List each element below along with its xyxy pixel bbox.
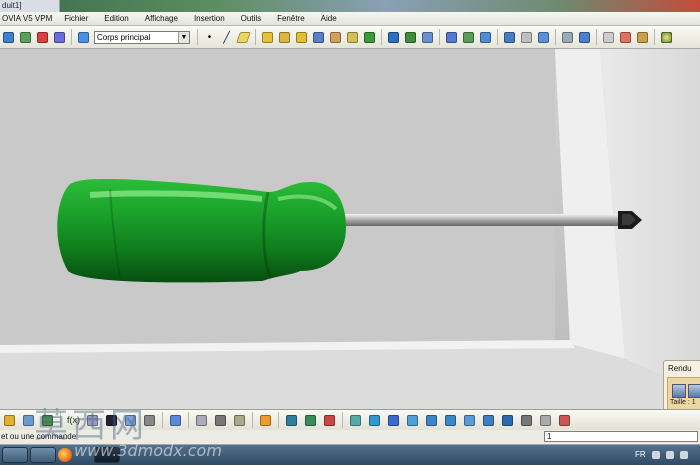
desktop-strip: [0, 0, 700, 12]
screwdriver-shaft: [340, 214, 625, 226]
fillet-icon[interactable]: [362, 30, 377, 45]
normal-view-icon[interactable]: [322, 413, 337, 428]
body-select-icon[interactable]: [76, 30, 91, 45]
zoom-in-icon[interactable]: [367, 413, 382, 428]
scale-icon[interactable]: [502, 30, 517, 45]
pattern-icon[interactable]: [461, 30, 476, 45]
hole-icon[interactable]: [328, 30, 343, 45]
formula-icon[interactable]: [618, 30, 633, 45]
pan-icon[interactable]: [284, 413, 299, 428]
app-name: OVIA V5 VPM: [2, 14, 53, 23]
iso-view-icon[interactable]: [481, 413, 496, 428]
taskbar-button[interactable]: [2, 447, 28, 463]
analysis-icon[interactable]: [577, 30, 592, 45]
union-icon[interactable]: [536, 30, 551, 45]
line-icon[interactable]: ╱: [219, 30, 234, 45]
command-input[interactable]: 1: [544, 431, 698, 442]
tray-icon[interactable]: [652, 451, 660, 459]
separator: [654, 29, 655, 45]
groove-icon[interactable]: [311, 30, 326, 45]
separator: [439, 29, 440, 45]
draft-icon[interactable]: [403, 30, 418, 45]
menu-affichage[interactable]: Affichage: [137, 14, 186, 23]
shaft-icon[interactable]: [294, 30, 309, 45]
point-icon[interactable]: •: [202, 30, 217, 45]
watermark-text: 莫西网: [34, 406, 148, 446]
menu-fenetre[interactable]: Fenêtre: [269, 14, 313, 23]
firefox-icon[interactable]: [58, 448, 72, 462]
tray-icon[interactable]: [680, 451, 688, 459]
keyboard-icon[interactable]: [232, 413, 247, 428]
separator: [596, 29, 597, 45]
thickness-icon[interactable]: [444, 30, 459, 45]
menu-bar: OVIA V5 VPM Fichier Edition Affichage In…: [0, 12, 700, 26]
separator: [71, 29, 72, 45]
pocket-icon[interactable]: [277, 30, 292, 45]
measure-icon[interactable]: [560, 30, 575, 45]
window-title: duit1]: [0, 0, 60, 12]
chevron-down-icon[interactable]: ▼: [178, 31, 189, 43]
shading-icon[interactable]: [557, 413, 572, 428]
top-toolbar: Corps principal ▼ • ╱: [0, 26, 700, 49]
rendu-title: Rendu: [668, 364, 692, 373]
mirror-icon[interactable]: [478, 30, 493, 45]
zoom-icon[interactable]: [213, 413, 228, 428]
swap-icon[interactable]: [168, 413, 183, 428]
apply-material-icon[interactable]: [659, 30, 674, 45]
separator: [252, 412, 253, 428]
rendu-panel[interactable]: Rendu Taille : 1: [663, 360, 700, 416]
scene: [0, 49, 700, 409]
zoom-out-icon[interactable]: [443, 413, 458, 428]
separator: [381, 29, 382, 45]
rotate-icon[interactable]: [303, 413, 318, 428]
knowledge-icon[interactable]: [601, 30, 616, 45]
plane-icon[interactable]: [235, 30, 252, 45]
rotate-icon[interactable]: [405, 413, 420, 428]
sketch-icon[interactable]: [18, 30, 33, 45]
separator: [255, 29, 256, 45]
body-select[interactable]: Corps principal ▼: [94, 30, 190, 44]
zoom-in-icon[interactable]: [424, 413, 439, 428]
separator: [162, 412, 163, 428]
body-select-value: Corps principal: [97, 32, 151, 42]
render-settings-icon[interactable]: [688, 384, 700, 398]
hide-show-icon[interactable]: [519, 413, 534, 428]
chamfer-icon[interactable]: [386, 30, 401, 45]
normal-view-icon[interactable]: [462, 413, 477, 428]
3d-compass-icon[interactable]: [194, 413, 209, 428]
separator: [555, 29, 556, 45]
menu-outils[interactable]: Outils: [233, 14, 269, 23]
language-indicator[interactable]: FR: [635, 450, 646, 459]
shell-icon[interactable]: [420, 30, 435, 45]
menu-aide[interactable]: Aide: [313, 14, 345, 23]
separator: [188, 412, 189, 428]
rendu-body: Taille : 1: [667, 377, 700, 413]
iso-view-icon[interactable]: [538, 413, 553, 428]
3d-viewport[interactable]: [0, 49, 700, 409]
update-icon[interactable]: [2, 413, 17, 428]
part-icon[interactable]: [1, 30, 16, 45]
menu-edition[interactable]: Edition: [96, 14, 136, 23]
axis-icon[interactable]: [35, 30, 50, 45]
hide-show-icon[interactable]: [348, 413, 363, 428]
rib-icon[interactable]: [345, 30, 360, 45]
render-icon[interactable]: [672, 384, 686, 398]
separator: [197, 29, 198, 45]
menu-fichier[interactable]: Fichier: [56, 14, 96, 23]
separator: [342, 412, 343, 428]
separator: [278, 412, 279, 428]
body-icon[interactable]: [52, 30, 67, 45]
menu-insertion[interactable]: Insertion: [186, 14, 233, 23]
pan-icon[interactable]: [386, 413, 401, 428]
pad-icon[interactable]: [260, 30, 275, 45]
tray-icon[interactable]: [666, 451, 674, 459]
law-icon[interactable]: [635, 30, 650, 45]
shading-icon[interactable]: [500, 413, 515, 428]
watermark-url: www.3dmodx.com: [74, 441, 222, 460]
separator: [497, 29, 498, 45]
render-icon[interactable]: [258, 413, 273, 428]
taskbar-button[interactable]: [30, 447, 56, 463]
boolean-icon[interactable]: [519, 30, 534, 45]
rendu-size-label: Taille : 1: [670, 399, 696, 406]
